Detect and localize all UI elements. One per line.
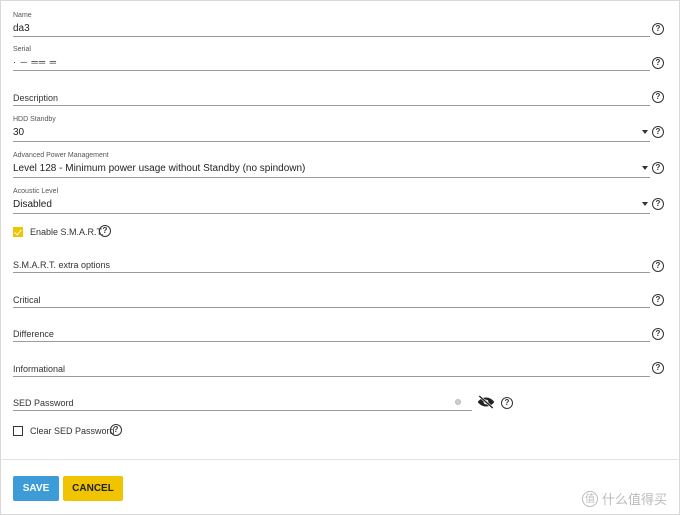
watermark: 值 什么值得买 (581, 489, 667, 508)
apm-label: Advanced Power Management (13, 152, 109, 159)
difference-placeholder: Difference (13, 329, 54, 339)
difference-help-icon[interactable]: ? (652, 328, 664, 340)
smart-extra-options-underline (13, 272, 650, 273)
critical-help-icon[interactable]: ? (652, 294, 664, 306)
smart-extra-options-placeholder: S.M.A.R.T. extra options (13, 260, 111, 270)
acoustic-level-underline (13, 213, 650, 214)
password-strength-dot-icon (455, 399, 461, 405)
hdd-standby-value: 30 (13, 127, 25, 138)
cancel-button[interactable]: CANCEL (63, 476, 123, 501)
description-field[interactable]: Description (13, 85, 653, 107)
smart-extra-options-field[interactable]: S.M.A.R.T. extra options (13, 253, 653, 275)
acoustic-level-value: Disabled (13, 199, 52, 210)
clear-sed-password-checkbox[interactable] (13, 426, 23, 436)
clear-sed-password-label[interactable]: Clear SED Password (30, 426, 115, 436)
sed-password-underline (13, 410, 472, 411)
actions-divider (2, 459, 678, 460)
clear-sed-password-help-icon[interactable]: ? (110, 424, 122, 436)
informational-field[interactable]: Informational (13, 356, 653, 378)
sed-password-help-icon[interactable]: ? (501, 397, 513, 409)
apm-caret-down-icon[interactable] (642, 166, 648, 170)
acoustic-level-caret-down-icon[interactable] (642, 202, 648, 206)
difference-underline (13, 341, 650, 342)
informational-underline (13, 376, 650, 377)
description-help-icon[interactable]: ? (652, 91, 664, 103)
hdd-standby-underline (13, 141, 650, 142)
enable-smart-checkbox[interactable] (13, 227, 23, 237)
hdd-standby-caret-down-icon[interactable] (642, 130, 648, 134)
description-underline (13, 105, 650, 106)
description-placeholder: Description (13, 93, 59, 103)
serial-underline (13, 70, 650, 71)
enable-smart-help-icon[interactable]: ? (99, 225, 111, 237)
apm-help-icon[interactable]: ? (652, 162, 664, 174)
apm-select[interactable]: Advanced Power Management Level 128 - Mi… (13, 151, 653, 179)
watermark-logo-icon: 值 (581, 490, 598, 507)
apm-value: Level 128 - Minimum power usage without … (13, 163, 306, 174)
acoustic-level-label: Acoustic Level (13, 188, 59, 195)
hdd-standby-select[interactable]: HDD Standby 30 (13, 115, 653, 143)
save-button[interactable]: SAVE (13, 476, 59, 501)
name-help-icon[interactable]: ? (652, 23, 664, 35)
difference-field[interactable]: Difference (13, 321, 653, 343)
name-label: Name (13, 12, 32, 19)
sed-password-placeholder: SED Password (13, 398, 74, 408)
serial-label: Serial (13, 46, 31, 53)
serial-value-redacted: · ─ ══ ═ (13, 57, 58, 67)
hdd-standby-label: HDD Standby (13, 116, 56, 123)
informational-placeholder: Informational (13, 364, 66, 374)
acoustic-level-help-icon[interactable]: ? (652, 198, 664, 210)
informational-help-icon[interactable]: ? (652, 362, 664, 374)
sed-password-field[interactable]: SED Password (13, 390, 473, 412)
dialog-frame: Name da3 ? Serial · ─ ══ ═ ? Description… (0, 0, 680, 515)
critical-placeholder: Critical (13, 295, 41, 305)
name-field[interactable]: Name da3 (13, 11, 653, 39)
enable-smart-label[interactable]: Enable S.M.A.R.T. (30, 227, 104, 237)
apm-underline (13, 177, 650, 178)
critical-field[interactable]: Critical (13, 287, 653, 309)
name-value: da3 (13, 23, 30, 34)
acoustic-level-select[interactable]: Acoustic Level Disabled (13, 187, 653, 215)
watermark-text: 什么值得买 (601, 492, 667, 507)
name-underline (13, 36, 650, 37)
hdd-standby-help-icon[interactable]: ? (652, 126, 664, 138)
serial-help-icon[interactable]: ? (652, 57, 664, 69)
serial-field[interactable]: Serial · ─ ══ ═ (13, 45, 653, 73)
eye-off-icon[interactable] (477, 395, 495, 409)
smart-extra-options-help-icon[interactable]: ? (652, 260, 664, 272)
check-icon (14, 227, 22, 236)
critical-underline (13, 307, 650, 308)
